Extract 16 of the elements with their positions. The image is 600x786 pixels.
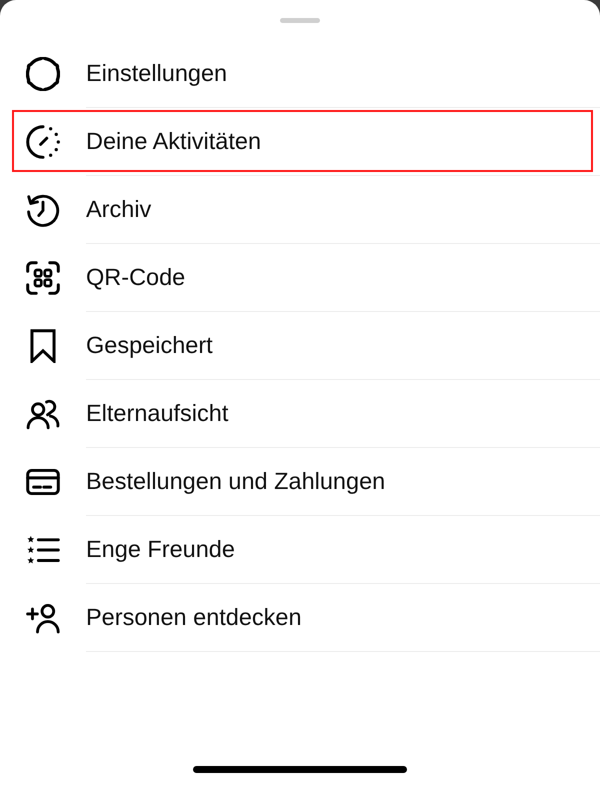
- menu-item[interactable]: Elternaufsicht: [0, 380, 600, 448]
- menu-item[interactable]: Gespeichert: [0, 312, 600, 380]
- qr-code-icon: [26, 261, 60, 295]
- people-icon: [26, 397, 60, 431]
- drag-handle[interactable]: [280, 18, 320, 23]
- gear-icon: [26, 57, 60, 91]
- menu-item[interactable]: Einstellungen: [0, 40, 600, 108]
- menu-item[interactable]: QR-Code: [0, 244, 600, 312]
- menu-item[interactable]: Deine Aktivitäten: [0, 108, 600, 176]
- menu-item[interactable]: Bestellungen und Zahlungen: [0, 448, 600, 516]
- add-person-icon: [26, 601, 60, 635]
- clock-arrow-icon: [26, 193, 60, 227]
- dotted-dial-icon: [26, 125, 60, 159]
- menu-item[interactable]: Enge Freunde: [0, 516, 600, 584]
- menu-item[interactable]: Personen entdecken: [0, 584, 600, 652]
- menu-item[interactable]: Archiv: [0, 176, 600, 244]
